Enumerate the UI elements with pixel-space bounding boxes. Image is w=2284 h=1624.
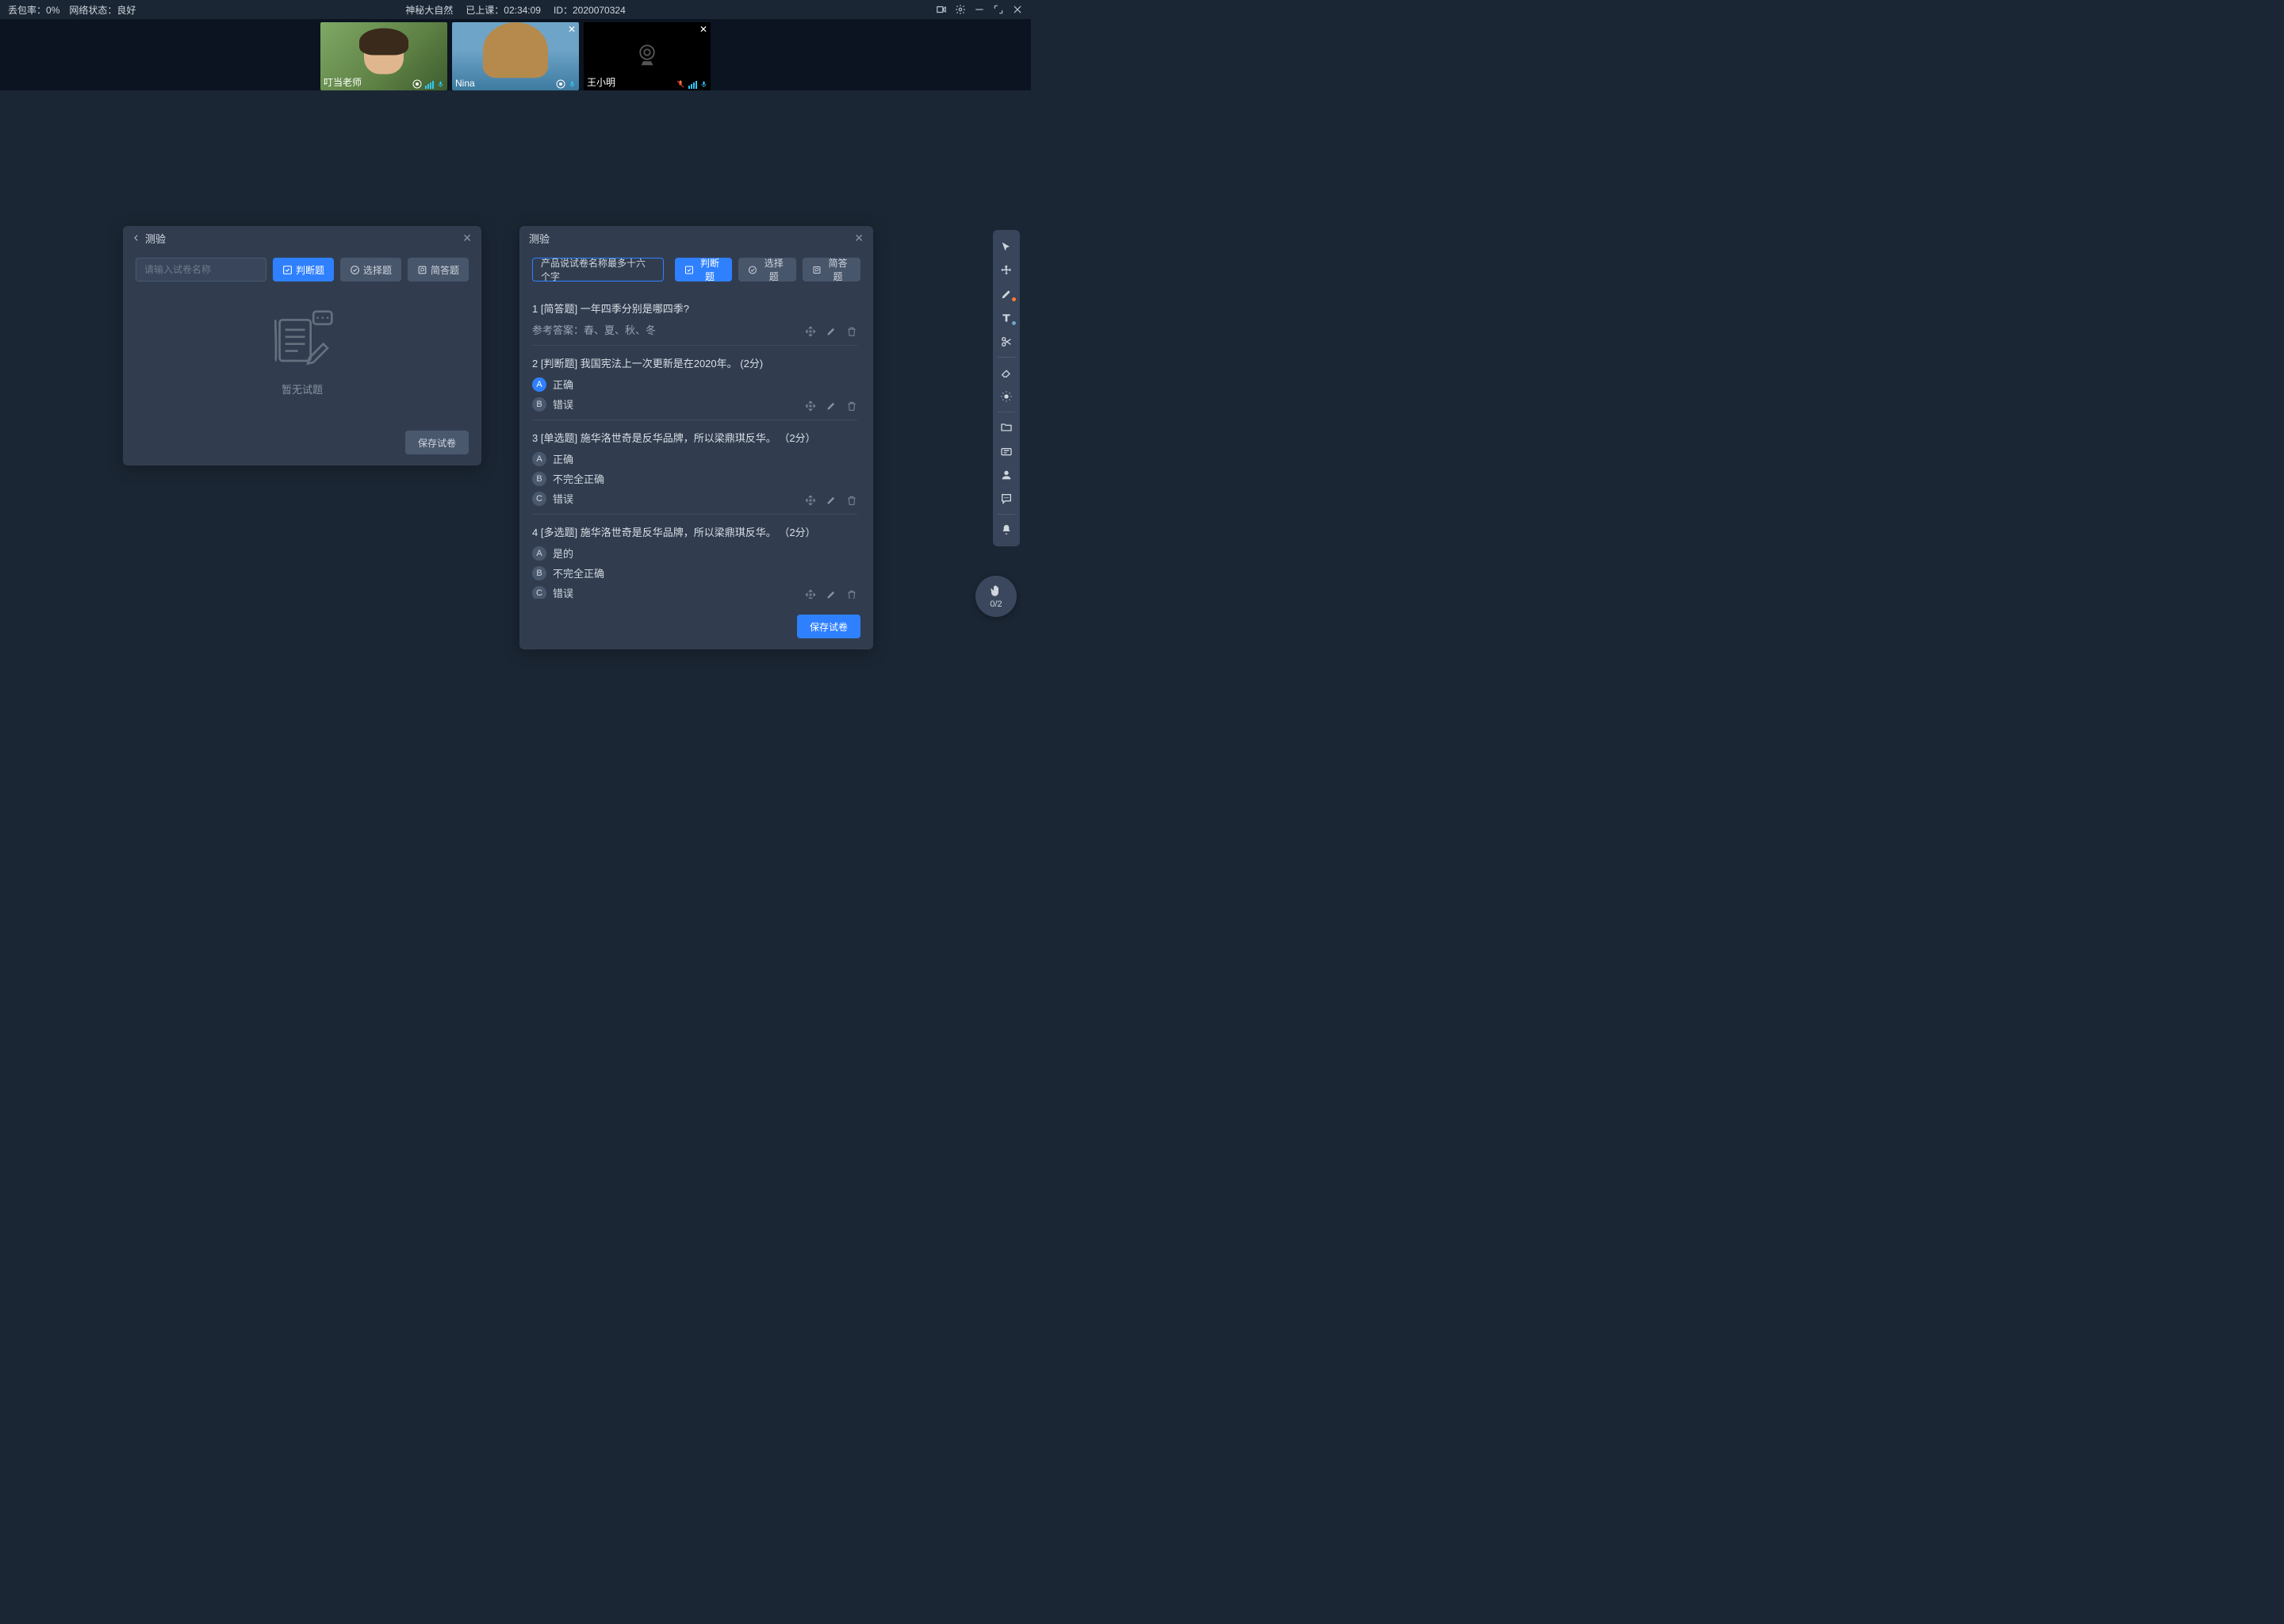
pointer-tool[interactable] — [993, 235, 1020, 259]
choice-item[interactable]: A是的 — [532, 546, 857, 561]
mic-icon — [437, 79, 444, 89]
tab-judge[interactable]: 判断题 — [273, 258, 334, 282]
minimize-icon[interactable] — [974, 4, 985, 15]
choice-item[interactable]: A正确 — [532, 377, 857, 392]
tile-name: 叮当老师 — [324, 75, 362, 89]
network-status: 网络状态：良好 — [69, 3, 136, 17]
maximize-icon[interactable] — [993, 4, 1004, 15]
save-quiz-button[interactable]: 保存试卷 — [405, 431, 469, 454]
mic-icon — [569, 79, 576, 89]
eraser-tool[interactable] — [993, 361, 1020, 385]
choice-item[interactable]: B不完全正确 — [532, 565, 857, 580]
tab-judge[interactable]: 判断题 — [675, 258, 733, 282]
quiz-name-input[interactable] — [136, 258, 266, 282]
camera-icon[interactable] — [936, 4, 947, 15]
tab-choice[interactable]: 选择题 — [738, 258, 796, 282]
mic-icon — [700, 79, 707, 89]
empty-text: 暂无试题 — [282, 381, 323, 396]
quiz-panel-filled: 测验 ✕ 产品说试卷名称最多十六个字 判断题 选择题 简答题 1 [简答题] 一… — [519, 226, 873, 649]
question-list[interactable]: 1 [简答题] 一年四季分别是哪四季? 参考答案：春、夏、秋、冬 2 [判断题]… — [532, 291, 860, 599]
question-item: 2 [判断题] 我国宪法上一次更新是在2020年。 (2分) A正确 B错误 — [532, 346, 857, 420]
edit-icon[interactable] — [826, 495, 837, 506]
close-icon[interactable]: ✕ — [462, 232, 472, 245]
panel-title: 测验 — [529, 231, 550, 246]
signal-icon — [425, 79, 434, 89]
delete-icon[interactable] — [846, 326, 857, 337]
session-id: ID：2020070324 — [554, 3, 626, 17]
right-toolbar — [993, 230, 1020, 546]
camera-status-icon — [556, 79, 565, 89]
close-icon[interactable] — [1012, 4, 1023, 15]
delete-icon[interactable] — [846, 589, 857, 599]
close-icon[interactable]: ✕ — [854, 232, 864, 245]
delete-icon[interactable] — [846, 495, 857, 506]
camera-off-icon — [631, 40, 663, 72]
question-item: 4 [多选题] 施华洛世奇是反华品牌，所以梁鼎琪反华。 （2分） A是的 B不完… — [532, 515, 857, 599]
tab-short[interactable]: 简答题 — [408, 258, 469, 282]
hand-count: 0/2 — [990, 599, 1002, 609]
tile-close-icon[interactable]: ✕ — [699, 24, 707, 35]
video-tile[interactable]: ✕ Nina — [452, 22, 579, 90]
hand-icon — [989, 584, 1003, 598]
elapsed-time: 已上课：02:34:09 — [466, 3, 541, 17]
course-title: 神秘大自然 — [405, 3, 453, 17]
edit-icon[interactable] — [826, 326, 837, 337]
mic-muted-icon — [676, 79, 685, 89]
topbar: 丢包率：0% 网络状态：良好 神秘大自然 已上课：02:34:09 ID：202… — [0, 0, 1031, 19]
move-icon[interactable] — [805, 495, 816, 506]
question-item: 1 [简答题] 一年四季分别是哪四季? 参考答案：春、夏、秋、冬 — [532, 291, 857, 346]
tab-short[interactable]: 简答题 — [803, 258, 860, 282]
tile-name: 王小明 — [587, 75, 615, 89]
move-icon[interactable] — [805, 400, 816, 412]
back-icon[interactable] — [132, 234, 140, 242]
quiz-panel-empty: 测验 ✕ 判断题 选择题 简答题 暂无试题 保存试卷 — [123, 226, 481, 465]
packet-loss: 丢包率：0% — [8, 3, 59, 17]
chat-tool[interactable] — [993, 487, 1020, 511]
tile-close-icon[interactable]: ✕ — [568, 24, 576, 35]
bell-tool[interactable] — [993, 518, 1020, 542]
camera-status-icon — [412, 79, 422, 89]
video-tile[interactable]: 叮当老师 — [320, 22, 447, 90]
quiz-name-display[interactable]: 产品说试卷名称最多十六个字 — [532, 258, 664, 282]
question-title: 4 [多选题] 施华洛世奇是反华品牌，所以梁鼎琪反华。 （2分） — [532, 524, 857, 539]
move-icon[interactable] — [805, 589, 816, 599]
question-title: 1 [简答题] 一年四季分别是哪四季? — [532, 301, 857, 316]
video-row: 叮当老师 ✕ Nina ✕ 王小明 — [0, 19, 1031, 90]
empty-illustration — [266, 310, 338, 373]
question-item: 3 [单选题] 施华洛世奇是反华品牌，所以梁鼎琪反华。 （2分） A正确 B不完… — [532, 420, 857, 515]
choice-item[interactable]: B不完全正确 — [532, 471, 857, 486]
folder-tool[interactable] — [993, 416, 1020, 439]
video-tile[interactable]: ✕ 王小明 — [584, 22, 711, 90]
move-tool[interactable] — [993, 259, 1020, 282]
move-icon[interactable] — [805, 326, 816, 337]
brightness-tool[interactable] — [993, 385, 1020, 408]
tile-name: Nina — [455, 78, 475, 89]
save-quiz-button[interactable]: 保存试卷 — [797, 615, 860, 638]
text-tool[interactable] — [993, 306, 1020, 330]
scissors-tool[interactable] — [993, 330, 1020, 354]
panel-title: 测验 — [145, 231, 166, 246]
question-title: 3 [单选题] 施华洛世奇是反华品牌，所以梁鼎琪反华。 （2分） — [532, 430, 857, 445]
edit-icon[interactable] — [826, 400, 837, 412]
raise-hand-button[interactable]: 0/2 — [975, 576, 1017, 617]
choice-item[interactable]: A正确 — [532, 451, 857, 466]
signal-icon — [688, 79, 697, 89]
settings-icon[interactable] — [955, 4, 966, 15]
user-tool[interactable] — [993, 463, 1020, 487]
tab-choice[interactable]: 选择题 — [340, 258, 401, 282]
edit-icon[interactable] — [826, 589, 837, 599]
share-tool[interactable] — [993, 439, 1020, 463]
question-title: 2 [判断题] 我国宪法上一次更新是在2020年。 (2分) — [532, 355, 857, 370]
pen-tool[interactable] — [993, 282, 1020, 306]
delete-icon[interactable] — [846, 400, 857, 412]
